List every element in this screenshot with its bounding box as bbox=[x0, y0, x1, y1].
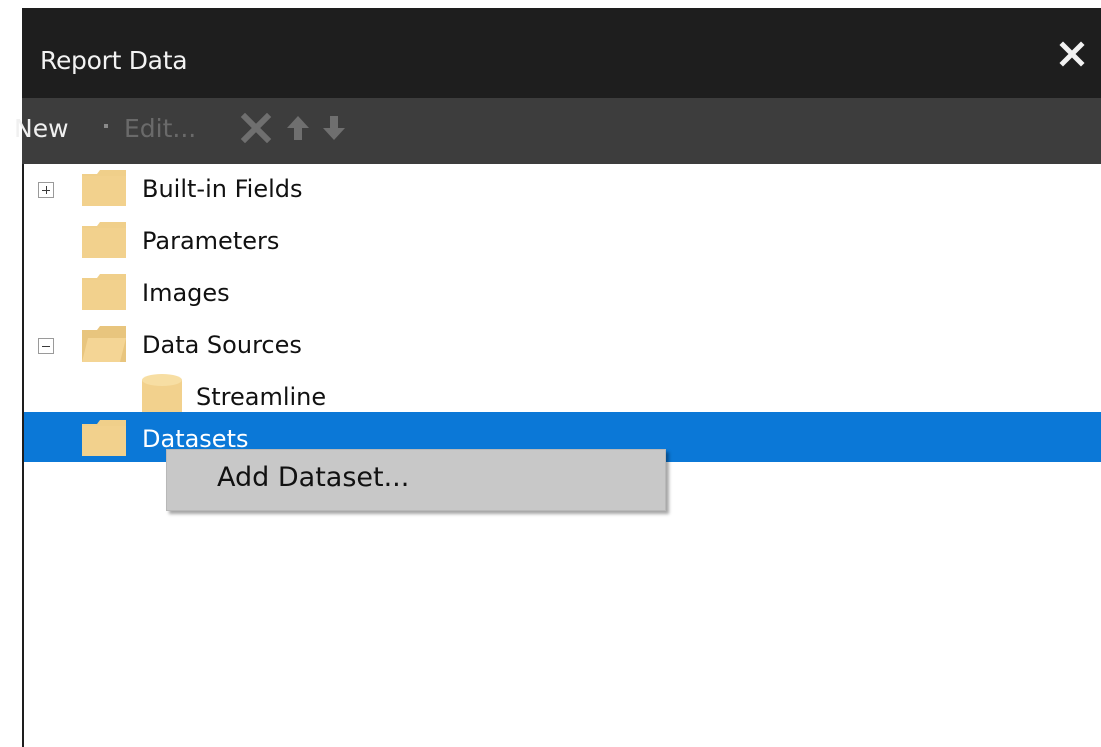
folder-open-icon bbox=[82, 326, 126, 362]
window-title: Report Data bbox=[40, 46, 188, 75]
add-dataset-menu-item[interactable]: Add Dataset... bbox=[217, 462, 409, 493]
report-data-window: Report Data New Edit... Built-in Fields … bbox=[0, 0, 1101, 747]
delete-icon[interactable] bbox=[240, 112, 272, 144]
tree-item-built-in-fields[interactable]: Built-in Fields bbox=[24, 164, 1101, 216]
tree-item-label: Parameters bbox=[142, 227, 280, 255]
tree-item-label: Data Sources bbox=[142, 331, 302, 359]
arrow-down-icon[interactable] bbox=[321, 114, 347, 142]
folder-icon bbox=[82, 222, 126, 258]
arrow-up-icon[interactable] bbox=[285, 114, 311, 142]
close-icon[interactable] bbox=[1058, 40, 1086, 68]
tree-item-images[interactable]: Images bbox=[24, 268, 1101, 320]
edit-button[interactable]: Edit... bbox=[124, 114, 196, 143]
folder-icon bbox=[82, 170, 126, 206]
tree-item-label: Streamline bbox=[196, 383, 327, 411]
new-dropdown-icon[interactable] bbox=[104, 124, 108, 128]
new-button[interactable]: New bbox=[14, 114, 69, 143]
collapse-icon[interactable] bbox=[38, 338, 54, 354]
folder-icon bbox=[82, 420, 126, 456]
expand-icon[interactable] bbox=[38, 182, 54, 198]
tree-item-label: Images bbox=[142, 279, 230, 307]
folder-icon bbox=[82, 274, 126, 310]
title-bar: Report Data bbox=[22, 8, 1101, 98]
tree-item-parameters[interactable]: Parameters bbox=[24, 216, 1101, 268]
context-menu: Add Dataset... bbox=[166, 449, 666, 511]
tree-item-data-sources[interactable]: Data Sources bbox=[24, 320, 1101, 372]
background-strip bbox=[0, 0, 22, 747]
tree-item-label: Built-in Fields bbox=[142, 175, 303, 203]
